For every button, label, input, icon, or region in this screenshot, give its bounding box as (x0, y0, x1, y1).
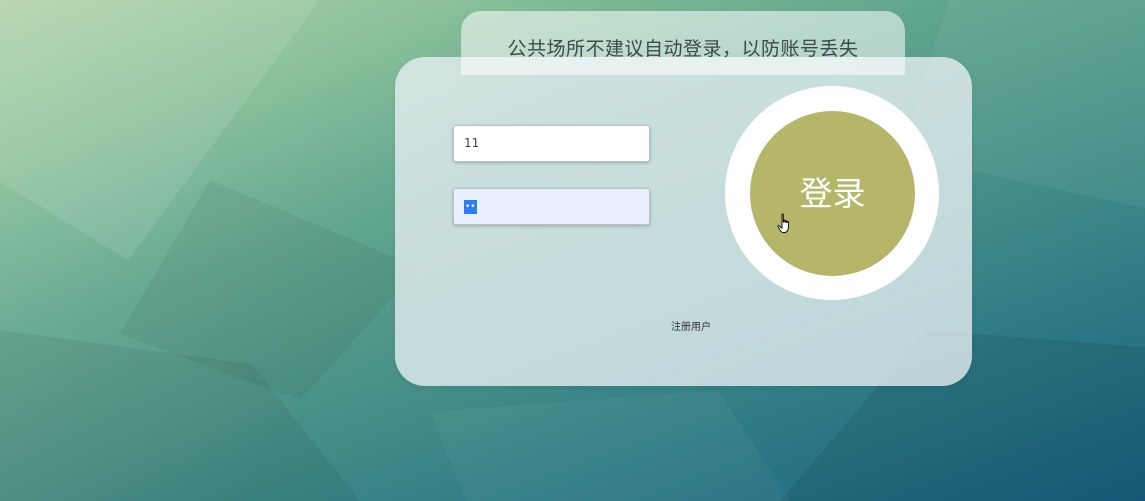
background-facet (430, 390, 790, 501)
login-button-label: 登录 (799, 174, 866, 213)
password-mask: •• (464, 200, 477, 214)
login-button[interactable]: 登录 (750, 111, 915, 276)
username-input[interactable]: 11 (453, 125, 650, 162)
hand-pointer-icon (777, 213, 789, 233)
username-value: 11 (464, 136, 480, 150)
security-notice-text: 公共场所不建议自动登录，以防账号丢失 (507, 38, 859, 60)
password-input[interactable]: •• (453, 188, 650, 225)
security-notice: 公共场所不建议自动登录，以防账号丢失 (461, 11, 905, 75)
register-link[interactable]: 注册用户 (671, 318, 711, 333)
